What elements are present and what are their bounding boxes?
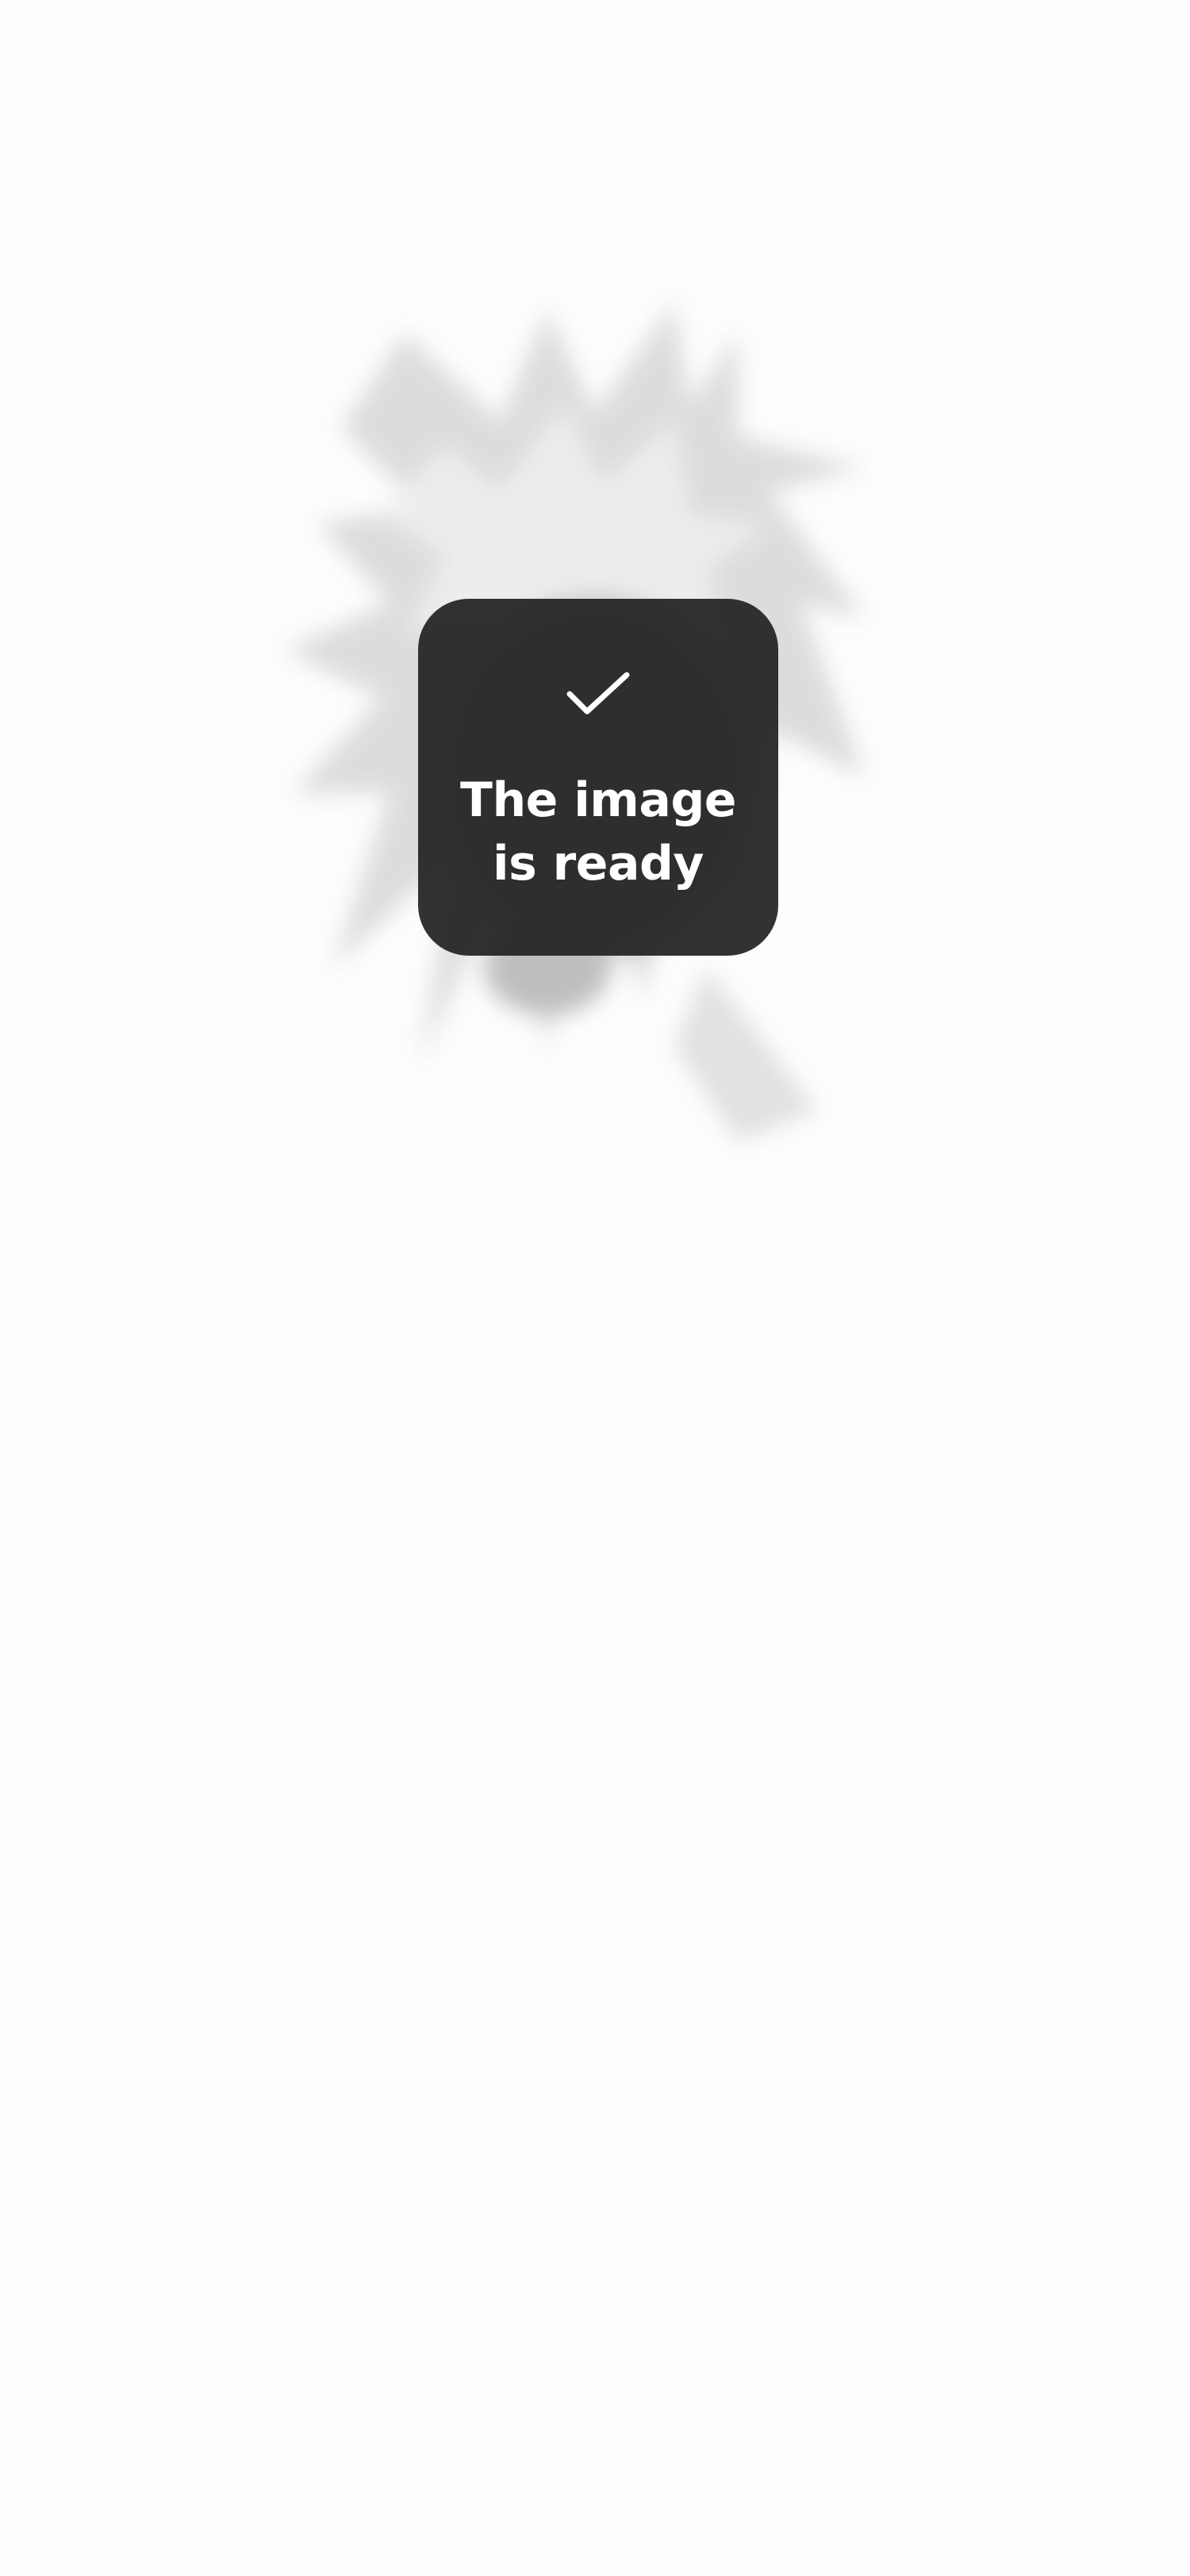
screen: The image is ready	[0, 0, 1190, 2576]
checkmark-icon	[566, 672, 630, 715]
shoulder-shape	[674, 968, 817, 1142]
image-ready-toast: The image is ready	[418, 599, 778, 956]
toast-message: The image is ready	[460, 772, 736, 891]
